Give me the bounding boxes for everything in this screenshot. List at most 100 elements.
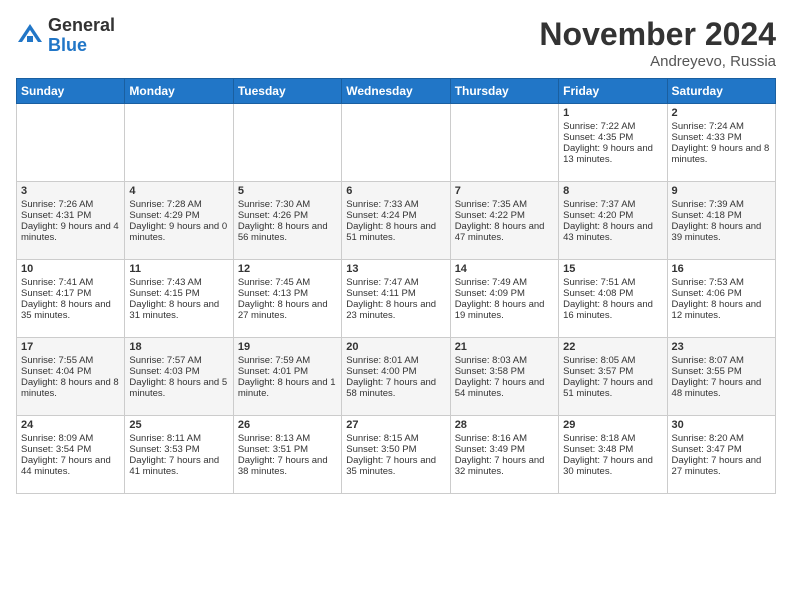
day-info: Daylight: 8 hours and 51 minutes. [346,221,445,243]
day-number: 21 [455,341,554,353]
logo-text: General Blue [48,16,115,56]
day-info: Sunrise: 7:28 AM [129,199,228,210]
calendar-cell: 12Sunrise: 7:45 AMSunset: 4:13 PMDayligh… [233,260,341,338]
day-number: 14 [455,263,554,275]
calendar-cell: 28Sunrise: 8:16 AMSunset: 3:49 PMDayligh… [450,416,558,494]
day-info: Sunrise: 7:51 AM [563,277,662,288]
logo-blue: Blue [48,36,115,56]
day-info: Sunrise: 7:53 AM [672,277,771,288]
day-number: 1 [563,107,662,119]
calendar-cell: 1Sunrise: 7:22 AMSunset: 4:35 PMDaylight… [559,104,667,182]
calendar-cell: 8Sunrise: 7:37 AMSunset: 4:20 PMDaylight… [559,182,667,260]
calendar-cell: 6Sunrise: 7:33 AMSunset: 4:24 PMDaylight… [342,182,450,260]
day-header-saturday: Saturday [667,79,775,104]
day-info: Sunset: 4:17 PM [21,288,120,299]
day-info: Sunrise: 8:05 AM [563,355,662,366]
day-info: Daylight: 8 hours and 35 minutes. [21,299,120,321]
day-info: Daylight: 7 hours and 32 minutes. [455,455,554,477]
day-number: 20 [346,341,445,353]
day-info: Sunrise: 7:47 AM [346,277,445,288]
day-info: Sunset: 4:18 PM [672,210,771,221]
calendar-cell: 21Sunrise: 8:03 AMSunset: 3:58 PMDayligh… [450,338,558,416]
logo: General Blue [16,16,115,56]
day-info: Daylight: 9 hours and 8 minutes. [672,143,771,165]
day-info: Daylight: 8 hours and 1 minute. [238,377,337,399]
day-info: Daylight: 7 hours and 27 minutes. [672,455,771,477]
calendar-week-1: 1Sunrise: 7:22 AMSunset: 4:35 PMDaylight… [17,104,776,182]
day-info: Sunset: 3:57 PM [563,366,662,377]
calendar-cell: 15Sunrise: 7:51 AMSunset: 4:08 PMDayligh… [559,260,667,338]
day-info: Sunrise: 7:26 AM [21,199,120,210]
day-info: Sunrise: 8:07 AM [672,355,771,366]
day-number: 8 [563,185,662,197]
day-info: Sunrise: 7:33 AM [346,199,445,210]
day-number: 26 [238,419,337,431]
day-number: 4 [129,185,228,197]
day-info: Daylight: 7 hours and 54 minutes. [455,377,554,399]
day-number: 30 [672,419,771,431]
day-info: Sunset: 4:00 PM [346,366,445,377]
calendar-week-2: 3Sunrise: 7:26 AMSunset: 4:31 PMDaylight… [17,182,776,260]
day-info: Daylight: 8 hours and 47 minutes. [455,221,554,243]
calendar-cell [17,104,125,182]
day-info: Daylight: 8 hours and 56 minutes. [238,221,337,243]
calendar-body: 1Sunrise: 7:22 AMSunset: 4:35 PMDaylight… [17,104,776,494]
calendar-cell: 23Sunrise: 8:07 AMSunset: 3:55 PMDayligh… [667,338,775,416]
day-info: Sunrise: 7:45 AM [238,277,337,288]
day-info: Sunrise: 8:15 AM [346,433,445,444]
day-header-friday: Friday [559,79,667,104]
calendar-cell: 19 Sunrise: 7:59 AMSunset: 4:01 PMDayligh… [233,338,341,416]
calendar-header-row: SundayMondayTuesdayWednesdayThursdayFrid… [17,79,776,104]
day-header-tuesday: Tuesday [233,79,341,104]
day-info: Sunrise: 7:43 AM [129,277,228,288]
day-info: Sunrise: 8:11 AM [129,433,228,444]
day-info: Sunset: 3:58 PM [455,366,554,377]
day-info: Sunrise: 8:13 AM [238,433,337,444]
day-info: Sunset: 3:48 PM [563,444,662,455]
day-info: Sunrise: 7:41 AM [21,277,120,288]
day-info: Daylight: 9 hours and 4 minutes. [21,221,120,243]
day-info: Sunset: 4:31 PM [21,210,120,221]
calendar-cell: 2Sunrise: 7:24 AMSunset: 4:33 PMDaylight… [667,104,775,182]
calendar-week-4: 17Sunrise: 7:55 AMSunset: 4:04 PMDayligh… [17,338,776,416]
day-number: 15 [563,263,662,275]
day-info: Daylight: 9 hours and 0 minutes. [129,221,228,243]
calendar-cell: 16Sunrise: 7:53 AMSunset: 4:06 PMDayligh… [667,260,775,338]
day-info: Sunrise: 7:22 AM [563,121,662,132]
day-info: Daylight: 7 hours and 30 minutes. [563,455,662,477]
calendar-cell: 20Sunrise: 8:01 AMSunset: 4:00 PMDayligh… [342,338,450,416]
day-info: Sunset: 3:55 PM [672,366,771,377]
day-info: Daylight: 8 hours and 43 minutes. [563,221,662,243]
calendar-cell: 13Sunrise: 7:47 AMSunset: 4:11 PMDayligh… [342,260,450,338]
day-info: Sunrise: 8:18 AM [563,433,662,444]
day-number: 19 [238,341,337,353]
day-info: Sunset: 3:53 PM [129,444,228,455]
day-info: Sunrise: 7:57 AM [129,355,228,366]
calendar-cell: 14Sunrise: 7:49 AMSunset: 4:09 PMDayligh… [450,260,558,338]
day-number: 17 [21,341,120,353]
day-info: Sunset: 4:01 PM [238,366,337,377]
calendar-cell: 27Sunrise: 8:15 AMSunset: 3:50 PMDayligh… [342,416,450,494]
day-header-sunday: Sunday [17,79,125,104]
day-number: 12 [238,263,337,275]
day-header-wednesday: Wednesday [342,79,450,104]
day-info: Sunset: 4:13 PM [238,288,337,299]
day-info: Sunrise: 7:37 AM [563,199,662,210]
day-info: Sunset: 4:29 PM [129,210,228,221]
day-info: Sunset: 3:54 PM [21,444,120,455]
day-info: Daylight: 7 hours and 51 minutes. [563,377,662,399]
day-info: Sunrise: 7:49 AM [455,277,554,288]
month-title: November 2024 [539,16,776,53]
day-number: 13 [346,263,445,275]
day-number: 3 [21,185,120,197]
day-info: Sunset: 4:26 PM [238,210,337,221]
day-info: Daylight: 8 hours and 39 minutes. [672,221,771,243]
calendar-cell: 10Sunrise: 7:41 AMSunset: 4:17 PMDayligh… [17,260,125,338]
day-info: Sunset: 4:08 PM [563,288,662,299]
day-number: 11 [129,263,228,275]
day-info: Daylight: 7 hours and 44 minutes. [21,455,120,477]
day-number: 24 [21,419,120,431]
day-info: Daylight: 8 hours and 8 minutes. [21,377,120,399]
calendar-cell: 18Sunrise: 7:57 AMSunset: 4:03 PMDayligh… [125,338,233,416]
day-info: Sunrise: 7:59 AM [238,355,337,366]
